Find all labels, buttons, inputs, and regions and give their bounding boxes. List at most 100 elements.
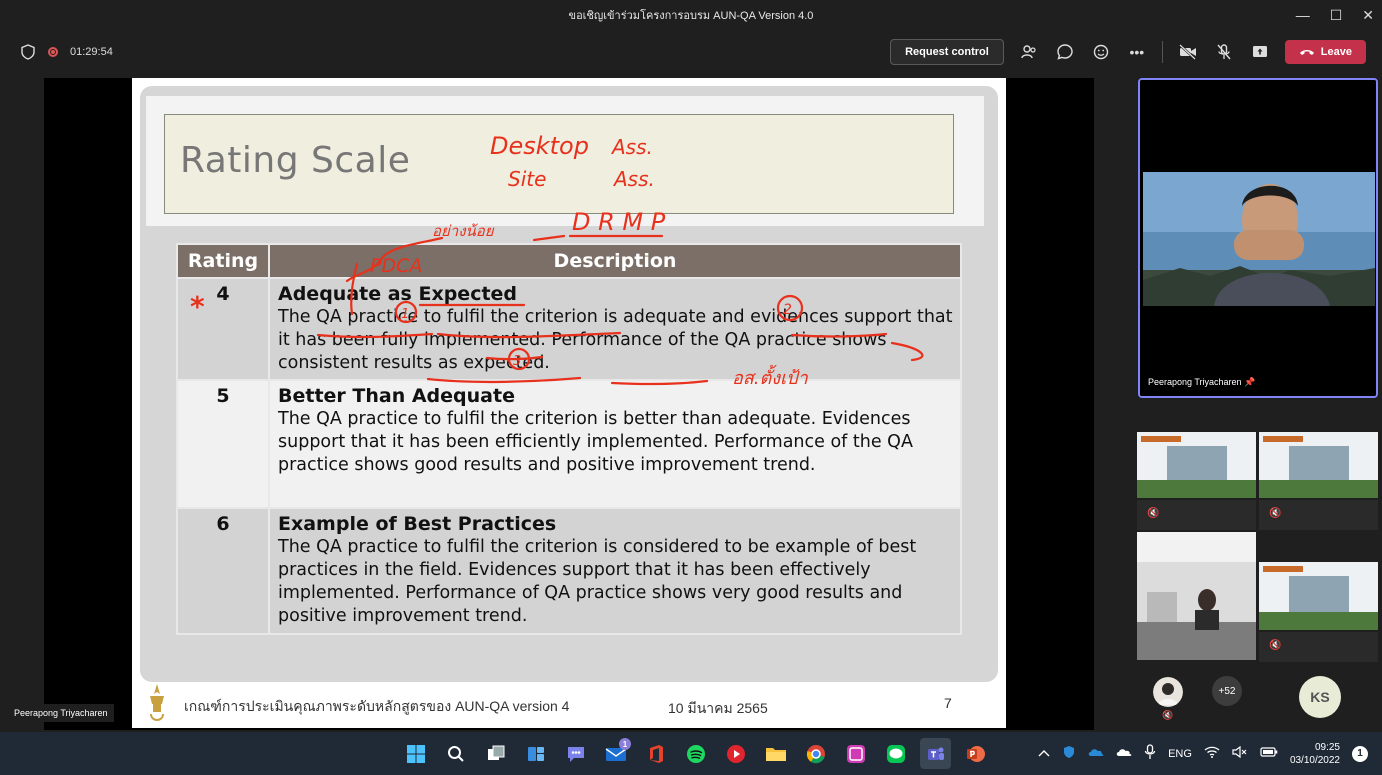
table-row: 5 Better Than Adequate The QA practice t… xyxy=(176,379,962,509)
windows-taskbar: 1 ENG 09:25 03/10/2022 1 xyxy=(0,732,1382,775)
participant-initials-avatar[interactable]: KS xyxy=(1299,676,1341,718)
shield-icon[interactable] xyxy=(20,44,36,60)
onedrive-icon[interactable] xyxy=(1088,747,1104,760)
rating-table: Rating Description 4 Adequate as Expecte… xyxy=(176,243,962,635)
people-icon[interactable] xyxy=(1018,41,1040,63)
clock-date: 03/10/2022 xyxy=(1289,754,1340,766)
mic-off-icon: 🔇 xyxy=(1269,640,1282,651)
rating-value: 5 xyxy=(176,379,270,509)
reactions-icon[interactable] xyxy=(1090,41,1112,63)
pin-icon[interactable]: 📌 xyxy=(1244,377,1255,387)
leave-button[interactable]: Leave xyxy=(1284,40,1366,64)
more-participants-button[interactable]: +52 xyxy=(1212,676,1242,706)
rating-description: Adequate as Expected The QA practice to … xyxy=(268,277,962,381)
window-title: ขอเชิญเข้าร่วมโครงการอบรม AUN-QA Version… xyxy=(568,10,814,22)
rating-description: Example of Best Practices The QA practic… xyxy=(268,507,962,635)
slide-page-number: 7 xyxy=(944,695,952,711)
building-thumbnail xyxy=(1259,562,1378,630)
leave-label: Leave xyxy=(1320,46,1352,58)
windows-start-icon[interactable] xyxy=(400,738,431,769)
share-screen-icon[interactable] xyxy=(1249,41,1271,63)
building-thumbnail xyxy=(1137,432,1256,498)
microphone-icon[interactable] xyxy=(1144,744,1156,763)
rating-table-header: Rating Description xyxy=(176,243,962,279)
system-tray: ENG 09:25 03/10/2022 1 xyxy=(1038,732,1368,775)
rating-value: 6 xyxy=(176,507,270,635)
widgets-icon[interactable] xyxy=(520,738,551,769)
more-options-icon[interactable]: ••• xyxy=(1126,41,1148,63)
photo-app-icon[interactable] xyxy=(840,738,871,769)
search-icon[interactable] xyxy=(440,738,471,769)
office-icon[interactable] xyxy=(640,738,671,769)
rating-heading: Better Than Adequate xyxy=(278,385,515,407)
camera-off-icon[interactable] xyxy=(1177,41,1199,63)
chat-icon[interactable] xyxy=(1054,41,1076,63)
clock-time: 09:25 xyxy=(1314,741,1340,753)
speaker-muted-icon[interactable] xyxy=(1232,745,1248,761)
teams-chat-icon[interactable] xyxy=(560,738,591,769)
close-button[interactable]: ✕ xyxy=(1362,7,1374,24)
mic-off-icon: 🔇 xyxy=(1147,508,1160,519)
presenter-video-frame xyxy=(1140,80,1376,396)
presenter-name-label: Peerapong Triyacharen xyxy=(8,704,114,722)
participant-tile[interactable] xyxy=(1137,532,1256,660)
rating-column-header: Rating xyxy=(176,243,270,279)
line-icon[interactable] xyxy=(880,738,911,769)
notification-badge[interactable]: 1 xyxy=(1352,745,1368,762)
system-clock[interactable]: 09:25 03/10/2022 xyxy=(1290,741,1340,767)
mic-off-icon: 🔇 xyxy=(1269,508,1282,519)
minimize-button[interactable]: — xyxy=(1296,7,1310,23)
chrome-icon[interactable] xyxy=(800,738,831,769)
office-video-thumbnail xyxy=(1137,532,1256,660)
participant-avatar[interactable] xyxy=(1153,677,1183,707)
toolbar-divider xyxy=(1161,41,1163,63)
spotify-icon[interactable] xyxy=(680,738,711,769)
rating-body: The QA practice to fulfil the criterion … xyxy=(278,409,913,475)
shared-slide: Rating Scale Rating Description 4 Adequa… xyxy=(132,78,1006,728)
slide-footer-date: 10 มีนาคม 2565 xyxy=(668,700,768,716)
mic-off-icon: 🔇 xyxy=(1162,710,1174,720)
window-titlebar: ขอเชิญเข้าร่วมโครงการอบรม AUN-QA Version… xyxy=(0,0,1382,30)
building-thumbnail xyxy=(1259,432,1378,498)
mic-off-icon[interactable] xyxy=(1213,41,1235,63)
meeting-timer: 01:29:54 xyxy=(70,46,113,58)
presenter-video-name-text: Peerapong Triyacharen xyxy=(1148,377,1242,387)
media-player-icon[interactable] xyxy=(720,738,751,769)
slide-title: Rating Scale xyxy=(180,140,411,181)
presenter-video-name: Peerapong Triyacharen 📌 xyxy=(1148,377,1255,388)
defender-icon[interactable] xyxy=(1062,745,1076,762)
window-controls: — ☐ ✕ xyxy=(1296,0,1374,30)
meeting-toolbar: 01:29:54 Request control ••• Leave xyxy=(0,30,1382,74)
request-control-button[interactable]: Request control xyxy=(890,39,1004,65)
rating-body: The QA practice to fulfil the criterion … xyxy=(278,537,917,626)
participant-tile[interactable] xyxy=(1259,432,1378,498)
battery-icon[interactable] xyxy=(1260,747,1278,760)
presenter-video[interactable]: Peerapong Triyacharen 📌 xyxy=(1138,78,1378,398)
wifi-icon[interactable] xyxy=(1204,746,1220,761)
description-column-header: Description xyxy=(268,243,962,279)
teams-icon[interactable] xyxy=(920,738,951,769)
chevron-up-icon[interactable] xyxy=(1038,748,1050,760)
language-indicator[interactable]: ENG xyxy=(1168,748,1192,760)
mail-icon[interactable]: 1 xyxy=(600,738,631,769)
rating-description: Better Than Adequate The QA practice to … xyxy=(268,379,962,509)
maximize-button[interactable]: ☐ xyxy=(1330,7,1343,24)
participant-tile[interactable] xyxy=(1137,432,1256,498)
table-row: 4 Adequate as Expected The QA practice t… xyxy=(176,277,962,381)
participant-tile-footer: 🔇 xyxy=(1259,500,1378,530)
cloud-icon[interactable] xyxy=(1116,747,1132,760)
participant-tile-footer: 🔇 xyxy=(1137,500,1256,530)
university-logo-icon xyxy=(150,684,164,721)
participant-tile[interactable] xyxy=(1259,562,1378,630)
rating-heading: Adequate as Expected xyxy=(278,283,518,305)
powerpoint-icon[interactable] xyxy=(960,738,991,769)
task-view-icon[interactable] xyxy=(480,738,511,769)
file-explorer-icon[interactable] xyxy=(760,738,791,769)
table-row: 6 Example of Best Practices The QA pract… xyxy=(176,507,962,635)
recording-icon xyxy=(48,47,58,57)
participant-tile-footer: 🔇 xyxy=(1259,632,1378,662)
mail-badge: 1 xyxy=(619,738,631,750)
rating-value: 4 xyxy=(176,277,270,381)
rating-body: The QA practice to fulfil the criterion … xyxy=(278,307,953,373)
taskbar-apps: 1 xyxy=(400,738,991,769)
